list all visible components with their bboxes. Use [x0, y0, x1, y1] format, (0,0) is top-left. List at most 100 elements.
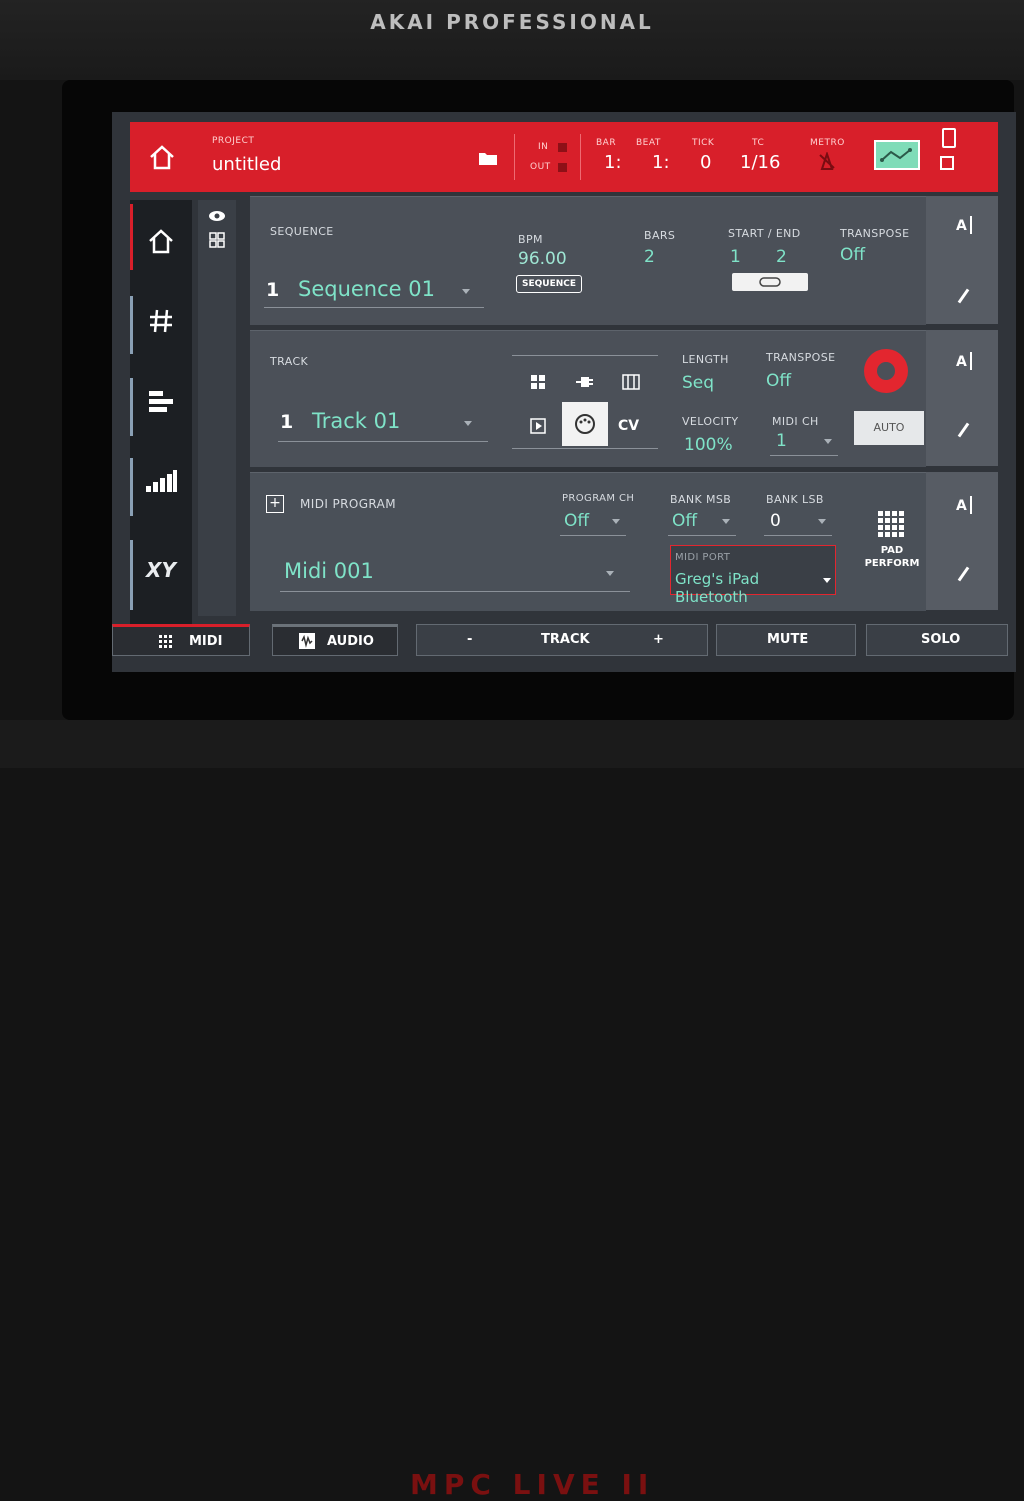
chevron-down-icon [462, 289, 470, 294]
bpm-label: BPM [518, 233, 543, 246]
home-button[interactable] [148, 144, 176, 170]
clip-play-icon[interactable] [530, 418, 546, 434]
midi-ch-label: MIDI CH [772, 415, 819, 428]
folder-button[interactable] [478, 150, 498, 166]
auto-button[interactable]: AUTO [854, 411, 924, 445]
sequence-edit-column: A [926, 196, 998, 324]
midi-port-label: MIDI PORT [675, 552, 731, 563]
bank-msb-label: BANK MSB [670, 493, 732, 506]
velocity-label: VELOCITY [682, 415, 739, 428]
align-icon [149, 390, 173, 412]
midi-program-panel: + MIDI PROGRAM Midi 001 PROGRAM CH Off B… [250, 472, 926, 611]
midi-track-button[interactable] [562, 402, 608, 446]
view-strip [198, 200, 236, 616]
track-label: TRACK [270, 355, 309, 368]
text-edit-icon[interactable]: A [956, 498, 967, 514]
bank-msb-value: Off [672, 511, 698, 531]
transpose-label: TRANSPOSE [840, 227, 910, 240]
end-value[interactable]: 2 [776, 247, 787, 267]
track-prev-button[interactable]: - [467, 632, 472, 647]
project-name[interactable]: untitled [212, 154, 281, 175]
solo-button[interactable]: SOLO [866, 624, 1008, 656]
transpose-value[interactable]: Off [840, 245, 865, 265]
sidebar-item-xy[interactable]: XY [130, 530, 192, 610]
bar-value[interactable]: 1: [604, 152, 622, 173]
bank-msb-selector[interactable]: Off [668, 509, 736, 536]
record-arm-button[interactable] [864, 349, 908, 393]
sidebar-item-align[interactable] [130, 360, 192, 440]
pencil-icon[interactable] [957, 566, 970, 582]
chip-icon [940, 156, 954, 170]
drum-grid-icon[interactable] [530, 374, 546, 390]
chevron-down-icon [823, 578, 831, 583]
project-label: PROJECT [212, 136, 255, 146]
length-value[interactable]: Seq [682, 373, 714, 393]
cursor-bar [970, 216, 972, 234]
level-bars-icon [146, 469, 177, 492]
sequence-selector[interactable]: Sequence 01 [264, 275, 484, 308]
audio-tab[interactable]: AUDIO [272, 624, 398, 656]
mixer-button[interactable] [874, 140, 920, 170]
sidebar-item-home[interactable] [130, 200, 192, 280]
home-icon [149, 228, 173, 253]
track-transpose-label: TRANSPOSE [766, 351, 836, 364]
chevron-down-icon [612, 519, 620, 524]
start-value[interactable]: 1 [730, 247, 741, 267]
midi-ch-selector[interactable]: 1 [770, 429, 838, 456]
bank-lsb-label: BANK LSB [766, 493, 824, 506]
midi-port-selector[interactable]: MIDI PORT Greg's iPad Bluetooth [670, 545, 836, 606]
bank-lsb-selector[interactable]: 0 [764, 509, 832, 536]
midi-port-value: Greg's iPad Bluetooth [675, 570, 760, 606]
keyboard-icon[interactable] [622, 374, 640, 390]
bars-value[interactable]: 2 [644, 247, 655, 267]
sequence-panel: SEQUENCE 1 Sequence 01 BPM 96.00 SEQUENC… [250, 196, 926, 325]
track-transpose-value[interactable]: Off [766, 371, 791, 391]
add-program-button[interactable]: + [266, 495, 284, 513]
track-edit-column: A [926, 330, 998, 466]
pad-perform-line2: PERFORM [864, 558, 920, 569]
grid-view-icon[interactable] [209, 232, 225, 248]
sequence-button[interactable]: SEQUENCE [516, 275, 582, 293]
track-selector[interactable]: Track 01 [278, 405, 488, 442]
pencil-icon[interactable] [957, 422, 970, 438]
tick-label: TICK [692, 138, 715, 148]
screen: PROJECT untitled IN OUT BAR 1: BEAT 1: T… [112, 112, 1016, 672]
velocity-value[interactable]: 100% [684, 435, 733, 455]
sidebar-item-grid[interactable] [130, 280, 192, 360]
sidebar-item-levels[interactable] [130, 440, 192, 520]
track-nav-label: TRACK [541, 632, 590, 647]
tick-value[interactable]: 0 [700, 152, 711, 173]
model-logo: MPC LIVE II [410, 1468, 655, 1501]
loop-button[interactable] [732, 273, 808, 291]
midi-program-edit-column: A [926, 472, 998, 610]
text-edit-icon[interactable]: A [956, 354, 967, 370]
midi-tab-label: MIDI [189, 634, 223, 649]
metronome-icon [819, 150, 835, 170]
program-ch-label: PROGRAM CH [562, 493, 635, 504]
mute-button[interactable]: MUTE [716, 624, 856, 656]
eye-icon[interactable] [208, 210, 226, 222]
header-divider [580, 134, 581, 180]
midi-tab[interactable]: MIDI [112, 624, 250, 656]
program-selector[interactable]: Midi 001 [280, 557, 630, 592]
metronome-button[interactable] [818, 150, 836, 170]
tc-value[interactable]: 1/16 [740, 152, 780, 173]
text-edit-icon[interactable]: A [956, 218, 967, 234]
track-name: Track 01 [312, 409, 401, 433]
metro-label: METRO [810, 138, 845, 148]
mixer-curve-icon [880, 148, 912, 162]
solo-button-label: SOLO [921, 632, 961, 647]
track-next-button[interactable]: + [653, 632, 664, 647]
pad-grid-icon [159, 635, 172, 648]
pencil-icon[interactable] [957, 288, 970, 304]
track-nav-button[interactable]: - TRACK + [416, 624, 708, 656]
program-ch-selector[interactable]: Off [560, 509, 626, 536]
cursor-bar [970, 496, 972, 514]
pad-perform-button[interactable]: PAD PERFORM [862, 507, 922, 571]
bpm-value[interactable]: 96.00 [518, 249, 567, 269]
plugin-plug-icon[interactable] [574, 375, 594, 389]
beat-value[interactable]: 1: [652, 152, 670, 173]
cv-button[interactable]: CV [618, 418, 639, 434]
header-bar: PROJECT untitled IN OUT BAR 1: BEAT 1: T… [130, 122, 998, 192]
sidebar: XY [130, 200, 192, 628]
